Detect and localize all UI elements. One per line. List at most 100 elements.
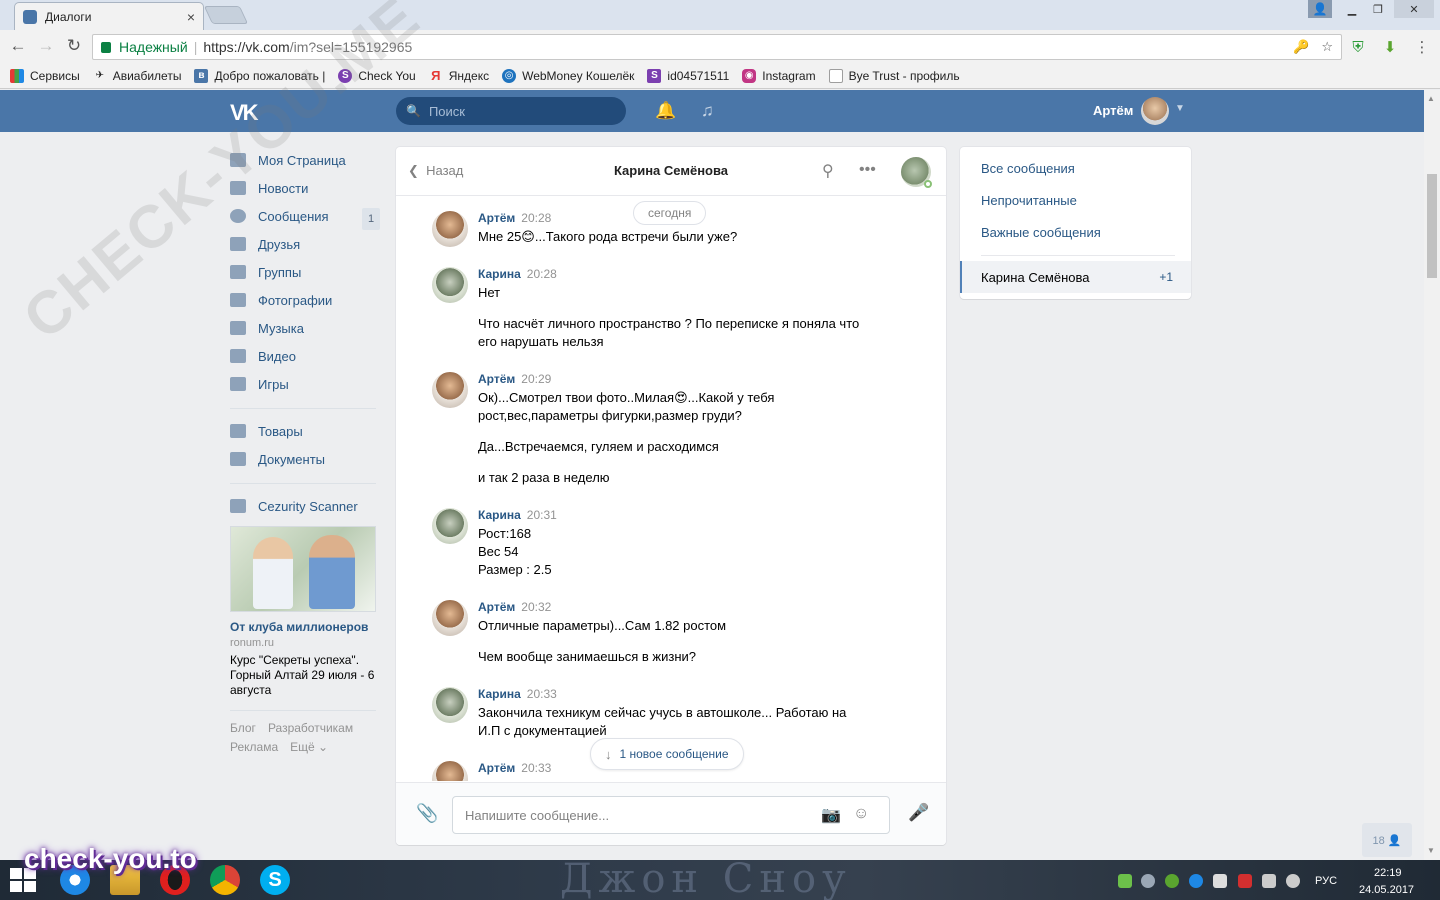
bookmark-star-icon[interactable]: ☆ <box>1321 39 1333 55</box>
avatar[interactable] <box>432 687 468 723</box>
security-tray-icon[interactable] <box>1238 874 1252 888</box>
chat-avatar[interactable] <box>901 157 932 188</box>
avatar[interactable] <box>432 508 468 544</box>
forward-arrow-icon[interactable]: → <box>36 36 56 56</box>
internet-explorer-icon[interactable] <box>60 865 90 895</box>
footer-more-link[interactable]: Ещё ⌄ <box>290 740 328 754</box>
nav-cezurity[interactable]: Cezurity Scanner <box>230 492 380 520</box>
bookmark-vk-welcome[interactable]: в Добро пожаловать | <box>194 68 325 83</box>
restore-icon[interactable]: ❐ <box>1366 0 1390 18</box>
ad-image[interactable] <box>230 526 376 612</box>
page-scrollbar[interactable]: ▲ ▼ <box>1424 90 1440 860</box>
nav-groups[interactable]: Группы <box>230 258 380 286</box>
footer-blog-link[interactable]: Блог <box>230 721 256 735</box>
ad-title[interactable]: От клуба миллионеров <box>230 620 380 634</box>
tray-app-icon[interactable] <box>1118 874 1132 888</box>
shield-extension-icon[interactable]: ⛨ <box>1349 38 1367 56</box>
bookmark-aviabilety[interactable]: ✈ Авиабилеты <box>93 69 182 83</box>
scroll-down-icon[interactable]: ▼ <box>1427 846 1435 855</box>
nav-games[interactable]: Игры <box>230 370 380 398</box>
profile-icon[interactable]: 👤 <box>1308 0 1332 18</box>
flag-icon[interactable] <box>1213 874 1227 888</box>
skype-icon[interactable]: S <box>260 865 290 895</box>
bookmark-services[interactable]: Сервисы <box>10 68 80 83</box>
bookmark-id[interactable]: Sid04571511 <box>647 68 729 83</box>
avatar[interactable] <box>432 761 468 781</box>
avatar[interactable] <box>432 600 468 636</box>
online-friends-badge[interactable]: 18 👤 <box>1362 823 1412 857</box>
nav-video[interactable]: Видео <box>230 342 380 370</box>
camera-icon[interactable]: 📷 <box>821 805 841 825</box>
author-name[interactable]: Артём <box>478 372 515 386</box>
scroll-up-icon[interactable]: ▲ <box>1427 94 1435 103</box>
chevron-down-icon[interactable]: ▼ <box>1175 103 1185 114</box>
avatar[interactable] <box>432 211 468 247</box>
utorrent-icon[interactable] <box>1165 874 1179 888</box>
filter-all-messages[interactable]: Все сообщения <box>981 161 1075 176</box>
clock-date[interactable]: 24.05.2017 <box>1359 884 1414 896</box>
author-name[interactable]: Карина <box>478 687 521 701</box>
active-dialog-tab[interactable]: Карина Семёнова +1 <box>960 261 1191 293</box>
steam-icon[interactable] <box>1141 874 1155 888</box>
author-name[interactable]: Артём <box>478 211 515 225</box>
tab-close-icon[interactable]: × <box>187 9 195 25</box>
nav-news[interactable]: Новости <box>230 174 380 202</box>
message-input[interactable]: Напишите сообщение... 📷 ☺ <box>452 796 890 834</box>
address-bar[interactable]: Надежный | https://vk.com/im?sel=1551929… <box>92 34 1342 60</box>
music-note-icon[interactable]: ♫ <box>701 101 714 121</box>
back-arrow-icon[interactable]: ← <box>8 36 28 56</box>
bookmark-check-you[interactable]: S Check You <box>338 68 416 83</box>
volume-icon[interactable] <box>1286 874 1300 888</box>
network-icon[interactable] <box>1262 874 1276 888</box>
header-avatar[interactable] <box>1141 97 1169 125</box>
browser-tray-icon[interactable] <box>1189 874 1203 888</box>
bookmark-webmoney[interactable]: ◎ WebMoney Кошелёк <box>502 68 634 83</box>
avatar[interactable] <box>432 372 468 408</box>
new-tab-button[interactable] <box>203 6 249 24</box>
nav-friends[interactable]: Друзья <box>230 230 380 258</box>
url-text[interactable]: https://vk.com/im?sel=155192965 <box>203 39 412 55</box>
nav-goods[interactable]: Товары <box>230 417 380 445</box>
windows-start-icon[interactable] <box>10 868 36 892</box>
author-name[interactable]: Карина <box>478 508 521 522</box>
bookmark-yandex[interactable]: Я Яндекс <box>429 68 489 83</box>
search-input[interactable]: 🔍 Поиск <box>396 97 626 125</box>
bookmark-bye-trust[interactable]: Bye Trust - профиль <box>828 68 960 83</box>
nav-documents[interactable]: Документы <box>230 445 380 473</box>
input-language[interactable]: РУС <box>1315 875 1337 887</box>
nav-my-page[interactable]: Моя Страница <box>230 146 380 174</box>
nav-messages[interactable]: Сообщения 1 <box>230 202 380 230</box>
filter-important[interactable]: Важные сообщения <box>981 225 1101 240</box>
bookmark-instagram[interactable]: ◉ Instagram <box>742 68 816 83</box>
chrome-icon[interactable] <box>210 865 240 895</box>
nav-music[interactable]: Музыка <box>230 314 380 342</box>
search-icon[interactable]: ⚲ <box>822 161 834 181</box>
author-name[interactable]: Артём <box>478 761 515 775</box>
header-username[interactable]: Артём <box>1093 103 1133 118</box>
footer-dev-link[interactable]: Разработчикам <box>268 721 353 735</box>
new-message-button[interactable]: ↓ 1 новое сообщение <box>590 738 744 770</box>
nav-photos[interactable]: Фотографии <box>230 286 380 314</box>
key-icon[interactable]: 🔑 <box>1293 39 1309 55</box>
browser-tab[interactable]: Диалоги × <box>14 2 204 30</box>
opera-icon[interactable] <box>160 865 190 895</box>
reload-icon[interactable]: ↻ <box>64 36 84 56</box>
close-window-icon[interactable]: ✕ <box>1394 0 1434 18</box>
minimize-icon[interactable]: ▁ <box>1340 0 1364 18</box>
attach-paperclip-icon[interactable]: 📎 <box>416 803 438 824</box>
author-name[interactable]: Карина <box>478 267 521 281</box>
footer-ads-link[interactable]: Реклама <box>230 740 278 754</box>
avatar[interactable] <box>432 267 468 303</box>
menu-dots-icon[interactable]: ⋮ <box>1413 38 1431 56</box>
filter-unread[interactable]: Непрочитанные <box>981 193 1077 208</box>
notifications-bell-icon[interactable]: 🔔 <box>655 101 676 121</box>
author-name[interactable]: Артём <box>478 600 515 614</box>
microphone-icon[interactable]: 🎤 <box>908 803 929 823</box>
file-explorer-icon[interactable] <box>110 865 140 895</box>
emoji-icon[interactable]: ☺ <box>853 805 869 823</box>
more-dots-icon[interactable]: ••• <box>859 161 876 179</box>
vk-logo[interactable]: VK <box>230 100 259 126</box>
clock-time[interactable]: 22:19 <box>1374 867 1402 879</box>
download-extension-icon[interactable]: ⬇ <box>1381 38 1399 56</box>
scrollbar-thumb[interactable] <box>1427 174 1437 278</box>
